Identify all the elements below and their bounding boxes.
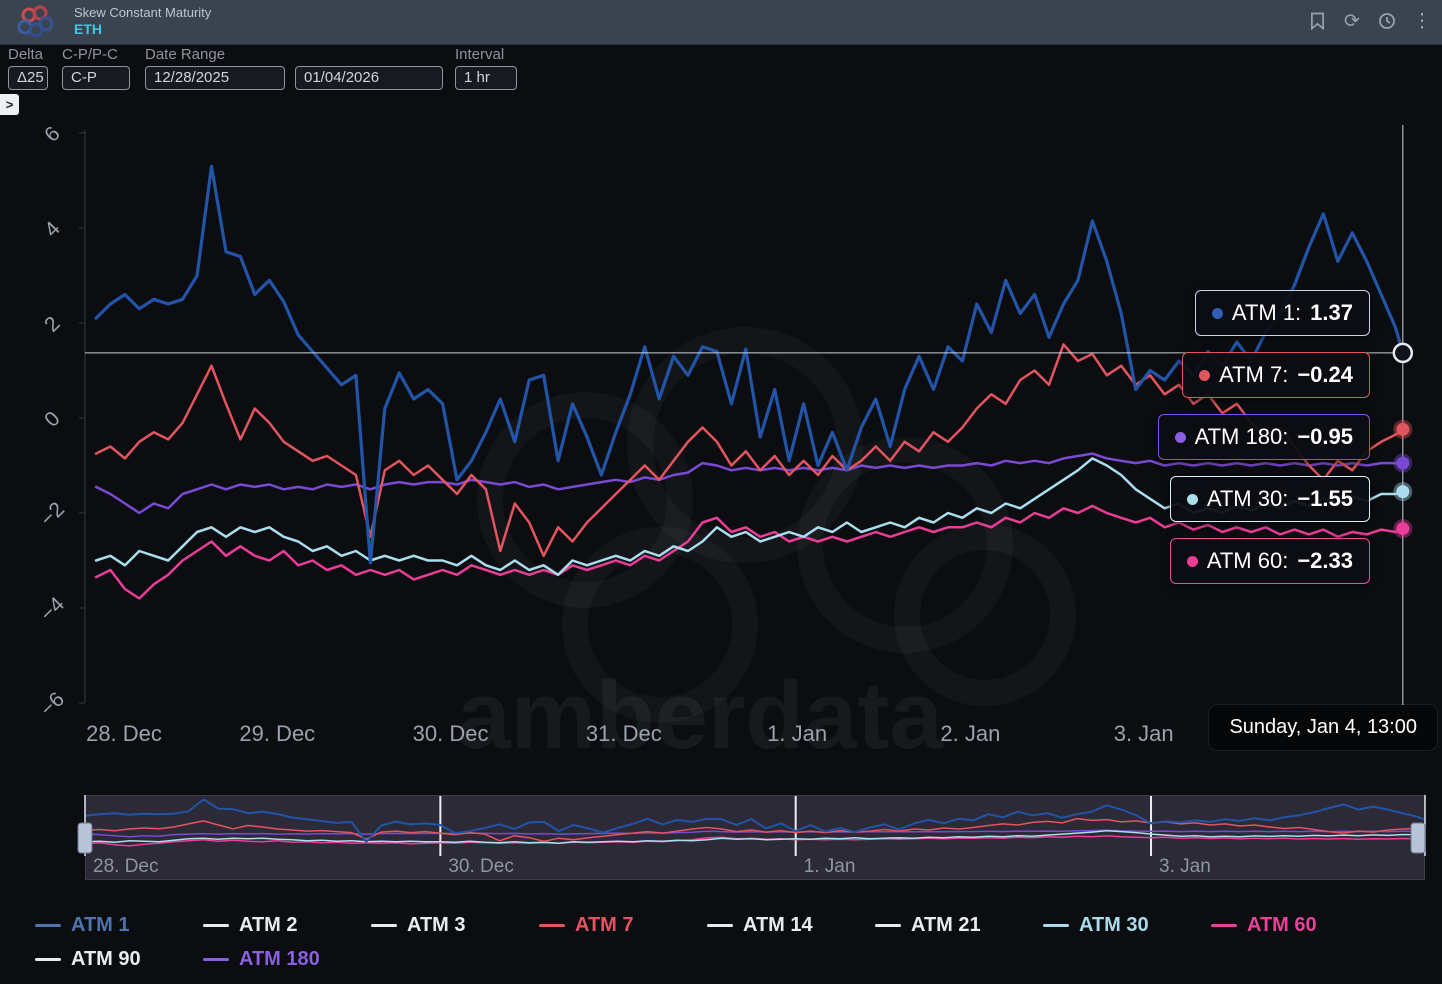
- bookmark-icon[interactable]: [1307, 10, 1327, 32]
- legend-item-atm-7[interactable]: ATM 7: [539, 910, 707, 940]
- y-axis-label: −2: [36, 498, 69, 531]
- legend-item-atm-180[interactable]: ATM 180: [203, 944, 371, 974]
- legend-item-atm-60[interactable]: ATM 60: [1211, 910, 1379, 940]
- delta-label: Delta: [8, 46, 48, 63]
- legend-dash: [539, 924, 565, 927]
- legend-dash: [1211, 924, 1237, 927]
- sidebar-expander-button[interactable]: >: [0, 94, 19, 115]
- x-axis-label: 3. Jan: [1114, 721, 1174, 746]
- y-axis-label: 6: [40, 122, 65, 147]
- navigator-axis-label: 28. Dec: [93, 856, 158, 877]
- series-atm-180-line: [96, 454, 1403, 513]
- legend-item-atm-30[interactable]: ATM 30: [1043, 910, 1211, 940]
- marker-atm-30: [1396, 485, 1409, 498]
- history-icon[interactable]: [1377, 10, 1397, 32]
- y-axis-label: −6: [36, 688, 69, 721]
- x-axis-label: 28. Dec: [86, 721, 162, 746]
- legend-item-atm-90[interactable]: ATM 90: [35, 944, 203, 974]
- navigator-axis-label: 30. Dec: [448, 856, 513, 877]
- interval-label: Interval: [455, 46, 517, 63]
- main-chart[interactable]: amberdata 6 4 2 0 −2 −4 −6 28. Dec 29. Dec 30. Dec…: [0, 0, 1442, 984]
- interval-select[interactable]: 1 hr: [455, 66, 517, 90]
- chart-controls: Delta Δ25 C-P/P-C C-P Date Range 12/28/2…: [0, 45, 1442, 95]
- y-axis-label: 0: [40, 407, 65, 432]
- legend-dash: [707, 924, 733, 927]
- amberdata-logo-icon: [12, 3, 58, 48]
- symbol-label: ETH: [74, 21, 211, 39]
- x-axis-label: 30. Dec: [413, 721, 489, 746]
- legend-dash: [35, 924, 61, 927]
- series-legend: ATM 1ATM 2ATM 3ATM 7ATM 14ATM 21ATM 30AT…: [35, 910, 1415, 974]
- marker-atm-1: [1394, 344, 1412, 362]
- legend-dash: [371, 924, 397, 927]
- legend-dash: [203, 924, 229, 927]
- legend-dash: [1043, 924, 1069, 927]
- nav-series-atm-60: [85, 836, 1425, 846]
- x-axis-label: 2. Jan: [940, 721, 1000, 746]
- legend-item-atm-3[interactable]: ATM 3: [371, 910, 539, 940]
- legend-item-atm-21[interactable]: ATM 21: [875, 910, 1043, 940]
- y-axis-label: 2: [40, 312, 65, 337]
- refresh-icon[interactable]: ⟳: [1342, 10, 1362, 32]
- legend-item-atm-2[interactable]: ATM 2: [203, 910, 371, 940]
- navigator-axis-label: 1. Jan: [804, 856, 856, 877]
- x-axis-label: 29. Dec: [239, 721, 315, 746]
- cp-pc-label: C-P/P-C: [62, 46, 130, 63]
- navigator-axis-label: 3. Jan: [1159, 856, 1211, 877]
- cp-pc-select[interactable]: C-P: [62, 66, 130, 90]
- legend-dash: [203, 958, 229, 961]
- start-date-input[interactable]: 12/28/2025: [145, 66, 285, 90]
- legend-item-atm-14[interactable]: ATM 14: [707, 910, 875, 940]
- navigator-chart[interactable]: 28. Dec 30. Dec 1. Jan 3. Jan: [78, 795, 1425, 877]
- y-axis-label: 4: [40, 217, 65, 242]
- header-bar: Skew Constant Maturity ETH ⟳ ⋮: [0, 0, 1442, 45]
- end-date-input[interactable]: 01/04/2026: [295, 66, 443, 90]
- y-axis-label: −4: [36, 593, 69, 626]
- x-axis-label: 31. Dec: [586, 721, 662, 746]
- date-range-label: Date Range: [145, 46, 443, 63]
- legend-item-atm-1[interactable]: ATM 1: [35, 910, 203, 940]
- page-title: Skew Constant Maturity: [74, 5, 211, 21]
- legend-dash: [35, 958, 61, 961]
- series-atm-1-line: [96, 166, 1403, 563]
- x-axis-label: 1. Jan: [767, 721, 827, 746]
- navigator-right-handle[interactable]: [1411, 823, 1425, 853]
- date-tooltip: Sunday, Jan 4, 13:00: [1209, 705, 1437, 750]
- marker-atm-7: [1396, 423, 1409, 436]
- navigator-left-handle[interactable]: [78, 823, 92, 853]
- kebab-menu-icon[interactable]: ⋮: [1412, 10, 1432, 32]
- marker-atm-60: [1396, 522, 1409, 535]
- delta-select[interactable]: Δ25: [8, 66, 48, 90]
- skew-constant-maturity-app: amberdata 6 4 2 0 −2 −4 −6 28. Dec 29. Dec 30. Dec…: [0, 0, 1442, 984]
- svg-text:amberdata: amberdata: [457, 662, 943, 769]
- legend-dash: [875, 924, 901, 927]
- marker-atm-180: [1396, 457, 1409, 470]
